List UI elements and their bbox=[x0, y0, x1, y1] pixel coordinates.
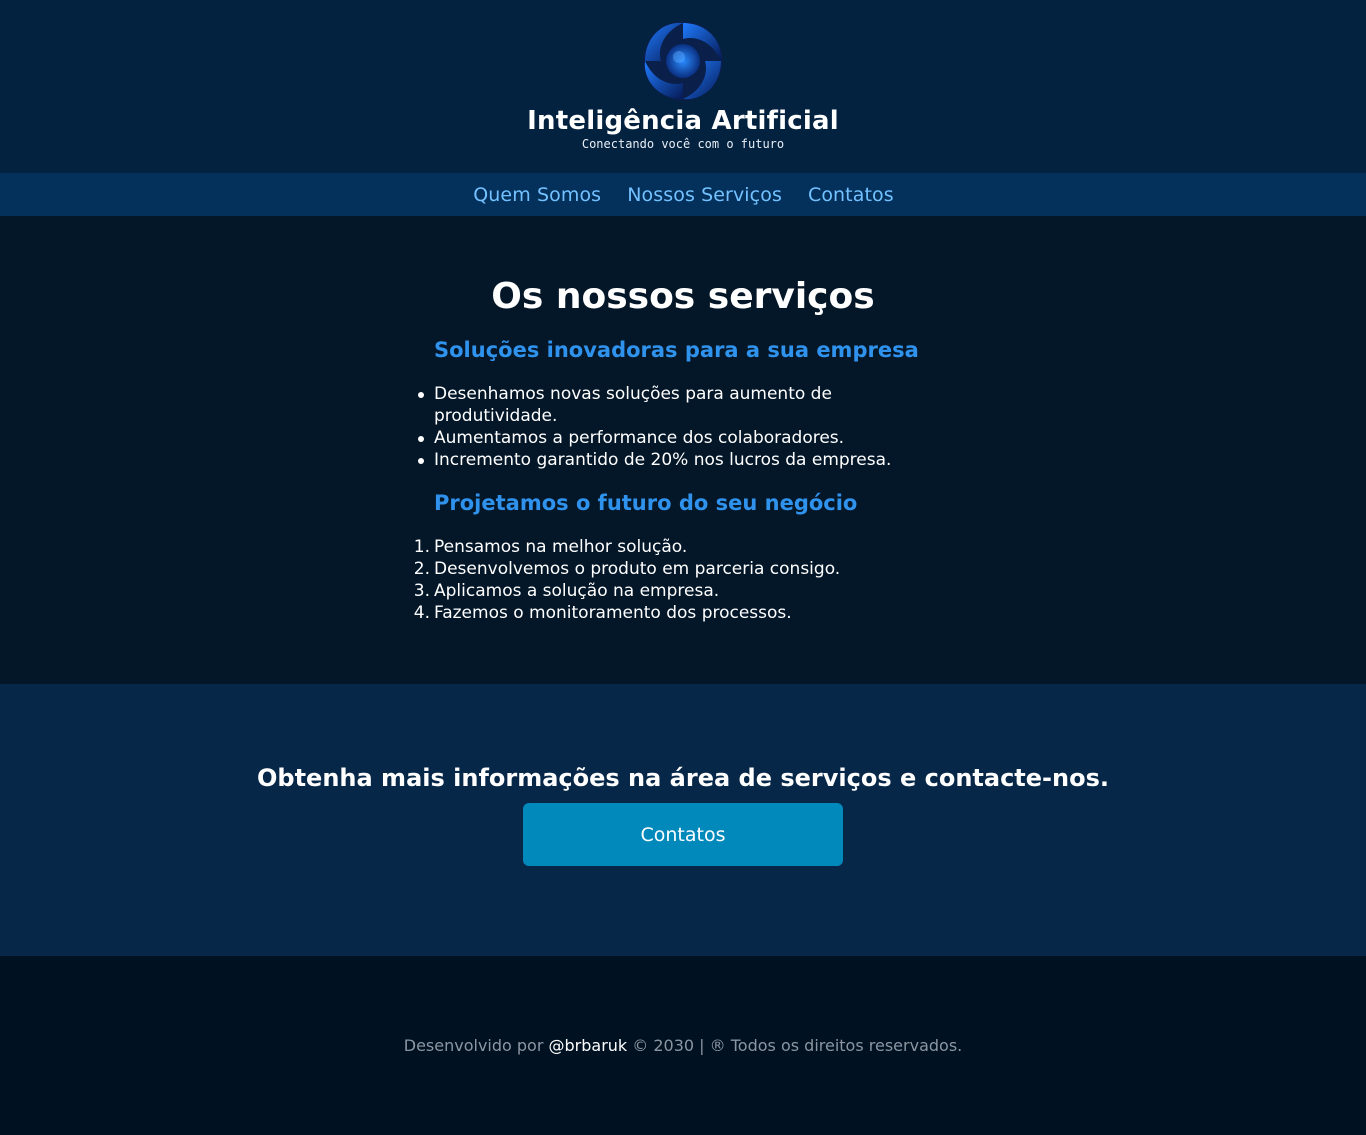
step-text: Fazemos o monitoramento dos processos. bbox=[434, 603, 792, 623]
step-text: Desenvolvemos o produto em parceria cons… bbox=[434, 559, 841, 579]
list-item: 1. Pensamos na melhor solução. bbox=[414, 536, 934, 558]
step-number: 4. bbox=[413, 603, 430, 623]
nav-link-nossos-servicos[interactable]: Nossos Serviços bbox=[627, 184, 782, 206]
cta-section: Obtenha mais informações na área de serv… bbox=[0, 684, 1366, 956]
list-item: 3. Aplicamos a solução na empresa. bbox=[414, 580, 934, 602]
site-header: Inteligência Artificial Conectando você … bbox=[0, 0, 1366, 173]
step-text: Pensamos na melhor solução. bbox=[434, 537, 688, 557]
footer-suffix: © 2030 | ® Todos os direitos reservados. bbox=[627, 1036, 963, 1055]
step-number: 1. bbox=[413, 537, 430, 557]
nav-link-quem-somos[interactable]: Quem Somos bbox=[473, 184, 601, 206]
list-item: Incremento garantido de 20% nos lucros d… bbox=[418, 449, 934, 471]
services-steps-list: 1. Pensamos na melhor solução. 2. Desenvol… bbox=[414, 536, 934, 624]
footer-prefix: Desenvolvido por bbox=[403, 1036, 549, 1055]
site-footer: Desenvolvido por @brbaruk © 2030 | ® Tod… bbox=[0, 956, 1366, 1135]
author-link[interactable]: @brbaruk bbox=[549, 1036, 628, 1055]
services-section: Os nossos serviços Soluções inovadoras p… bbox=[0, 216, 1366, 684]
services-bullet-list: Desenhamos novas soluções para aumento d… bbox=[418, 383, 934, 471]
services-subtitle-future: Projetamos o futuro do seu negócio bbox=[434, 491, 858, 515]
list-item: Desenhamos novas soluções para aumento d… bbox=[418, 383, 934, 427]
services-title: Os nossos serviços bbox=[491, 276, 875, 317]
site-tagline: Conectando você com o futuro bbox=[581, 137, 785, 151]
cta-text: Obtenha mais informações na área de serv… bbox=[257, 764, 1109, 792]
contacts-button[interactable]: Contatos bbox=[523, 803, 843, 866]
step-number: 3. bbox=[413, 581, 430, 601]
services-subtitle-solutions: Soluções inovadoras para a sua empresa bbox=[434, 338, 919, 362]
list-item: 4. Fazemos o monitoramento dos processos. bbox=[414, 602, 934, 624]
step-number: 2. bbox=[413, 559, 430, 579]
step-text: Aplicamos a solução na empresa. bbox=[434, 581, 720, 601]
list-item: Aumentamos a performance dos colaborador… bbox=[418, 427, 934, 449]
site-title: Inteligência Artificial bbox=[527, 106, 839, 136]
nav-link-contatos[interactable]: Contatos bbox=[808, 184, 894, 206]
footer-text: Desenvolvido por @brbaruk © 2030 | ® Tod… bbox=[0, 1036, 1366, 1055]
list-item: 2. Desenvolvemos o produto em parceria co… bbox=[414, 558, 934, 580]
main-nav: Quem Somos Nossos Serviços Contatos bbox=[0, 173, 1366, 216]
swirl-logo-icon bbox=[643, 21, 723, 101]
